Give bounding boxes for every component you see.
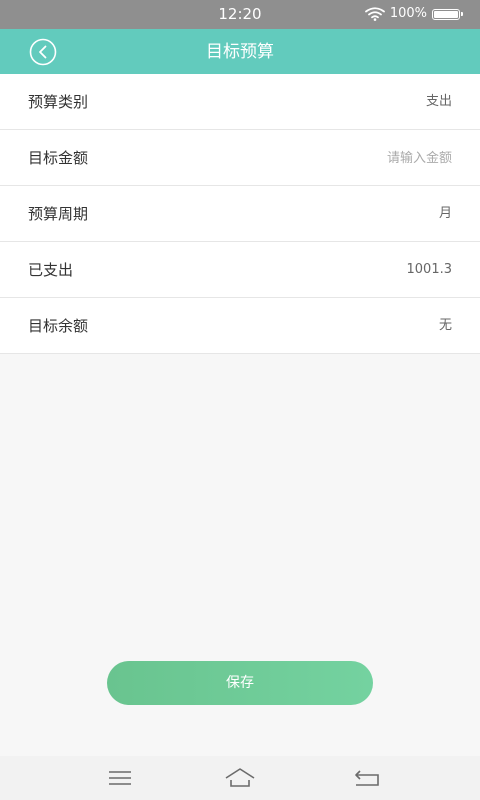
target-balance-row: 目标余额 无	[0, 298, 480, 354]
target-amount-input[interactable]	[272, 146, 452, 170]
budget-category-label: 预算类别	[28, 93, 89, 111]
budget-period-label: 预算周期	[28, 205, 89, 223]
status-indicators: 100%	[364, 6, 463, 22]
status-bar: 12:20 100%	[0, 0, 480, 29]
target-amount-row: 目标金额	[0, 130, 480, 186]
screen: 12:20 100% 目标预算 预算类别 支出 目标金额 请输入金额 预算周期 …	[0, 0, 480, 800]
header: 目标预算	[0, 29, 480, 74]
back-icon	[352, 766, 382, 790]
nav-back-button[interactable]	[352, 766, 382, 790]
budget-category-row[interactable]: 预算类别 支出	[0, 74, 480, 130]
battery-percent: 100%	[389, 6, 427, 21]
save-button[interactable]: 保存	[107, 661, 373, 705]
page-title: 目标预算	[206, 42, 274, 62]
nav-home-button[interactable]	[224, 766, 255, 790]
budget-period-row[interactable]: 预算周期 月	[0, 186, 480, 242]
budget-period-value: 月	[438, 206, 452, 221]
spent-row: 已支出 1001.3	[0, 242, 480, 298]
budget-category-value: 支出	[425, 94, 452, 109]
spent-value: 1001.3	[406, 262, 453, 277]
navigation-bar	[0, 756, 480, 800]
battery-icon	[432, 8, 463, 20]
nav-menu-button[interactable]	[105, 766, 135, 790]
target-balance-value: 无	[438, 318, 452, 333]
home-icon	[224, 766, 255, 790]
target-balance-label: 目标余额	[28, 317, 89, 335]
budget-form: 预算类别 支出 目标金额 预算周期 月 已支出 1001.3 目标余额 无	[0, 74, 480, 354]
wifi-icon	[364, 7, 385, 21]
menu-icon	[105, 766, 135, 790]
spent-label: 已支出	[28, 261, 74, 279]
target-amount-label: 目标金额	[28, 149, 89, 167]
